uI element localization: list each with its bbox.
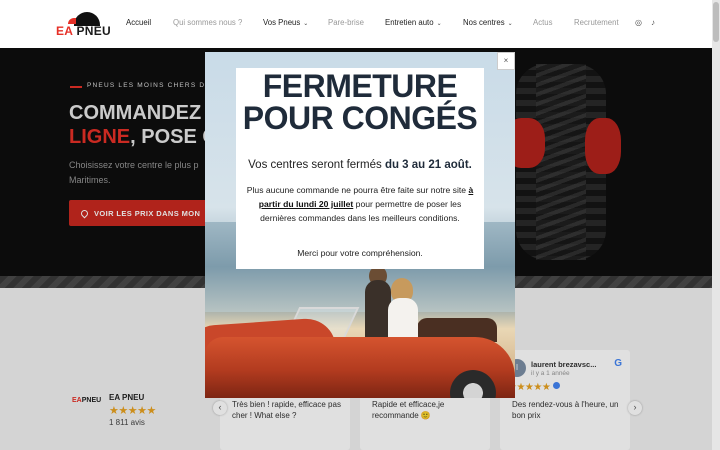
chevron-down-icon: ⌄ — [507, 21, 513, 27]
nav-pare-brise[interactable]: Pare-brise — [328, 18, 364, 27]
page-scrollbar[interactable] — [712, 0, 720, 450]
popup-closure-dates: Vos centres seront fermés du 3 au 21 aoû… — [248, 159, 472, 171]
nav-vos-pneus[interactable]: Vos Pneus ⌄ — [263, 18, 308, 27]
site-header: EA PNEU Accueil Qui sommes nous ? Vos Pn… — [0, 0, 720, 48]
nav-accueil[interactable]: Accueil — [126, 18, 151, 27]
site-logo[interactable]: EA PNEU — [56, 12, 114, 38]
scrollbar-thumb[interactable] — [713, 2, 719, 42]
closure-popup: FERMETURE POUR CONGÉS Vos centres seront … — [205, 52, 515, 398]
tiktok-icon[interactable]: ♪ — [651, 18, 655, 27]
chevron-down-icon: ⌄ — [303, 21, 309, 27]
logo-text: EA PNEU — [56, 24, 112, 38]
popup-thanks: Merci pour votre compréhension. — [297, 248, 423, 258]
instagram-icon[interactable]: ◎ — [635, 18, 642, 27]
nav-qui-sommes-nous[interactable]: Qui sommes nous ? — [173, 18, 242, 27]
popup-message-panel: FERMETURE POUR CONGÉS Vos centres seront … — [236, 68, 484, 269]
nav-entretien-auto[interactable]: Entretien auto ⌄ — [385, 18, 442, 27]
chevron-down-icon: ⌄ — [436, 21, 442, 27]
nav-actus[interactable]: Actus — [533, 18, 553, 27]
nav-nos-centres[interactable]: Nos centres ⌄ — [463, 18, 513, 27]
popup-close-button[interactable]: × — [497, 52, 515, 70]
popup-title: FERMETURE POUR CONGÉS — [242, 68, 478, 136]
popup-body-text: Plus aucune commande ne pourra être fait… — [246, 185, 474, 223]
nav-recrutement[interactable]: Recrutement — [574, 18, 619, 27]
